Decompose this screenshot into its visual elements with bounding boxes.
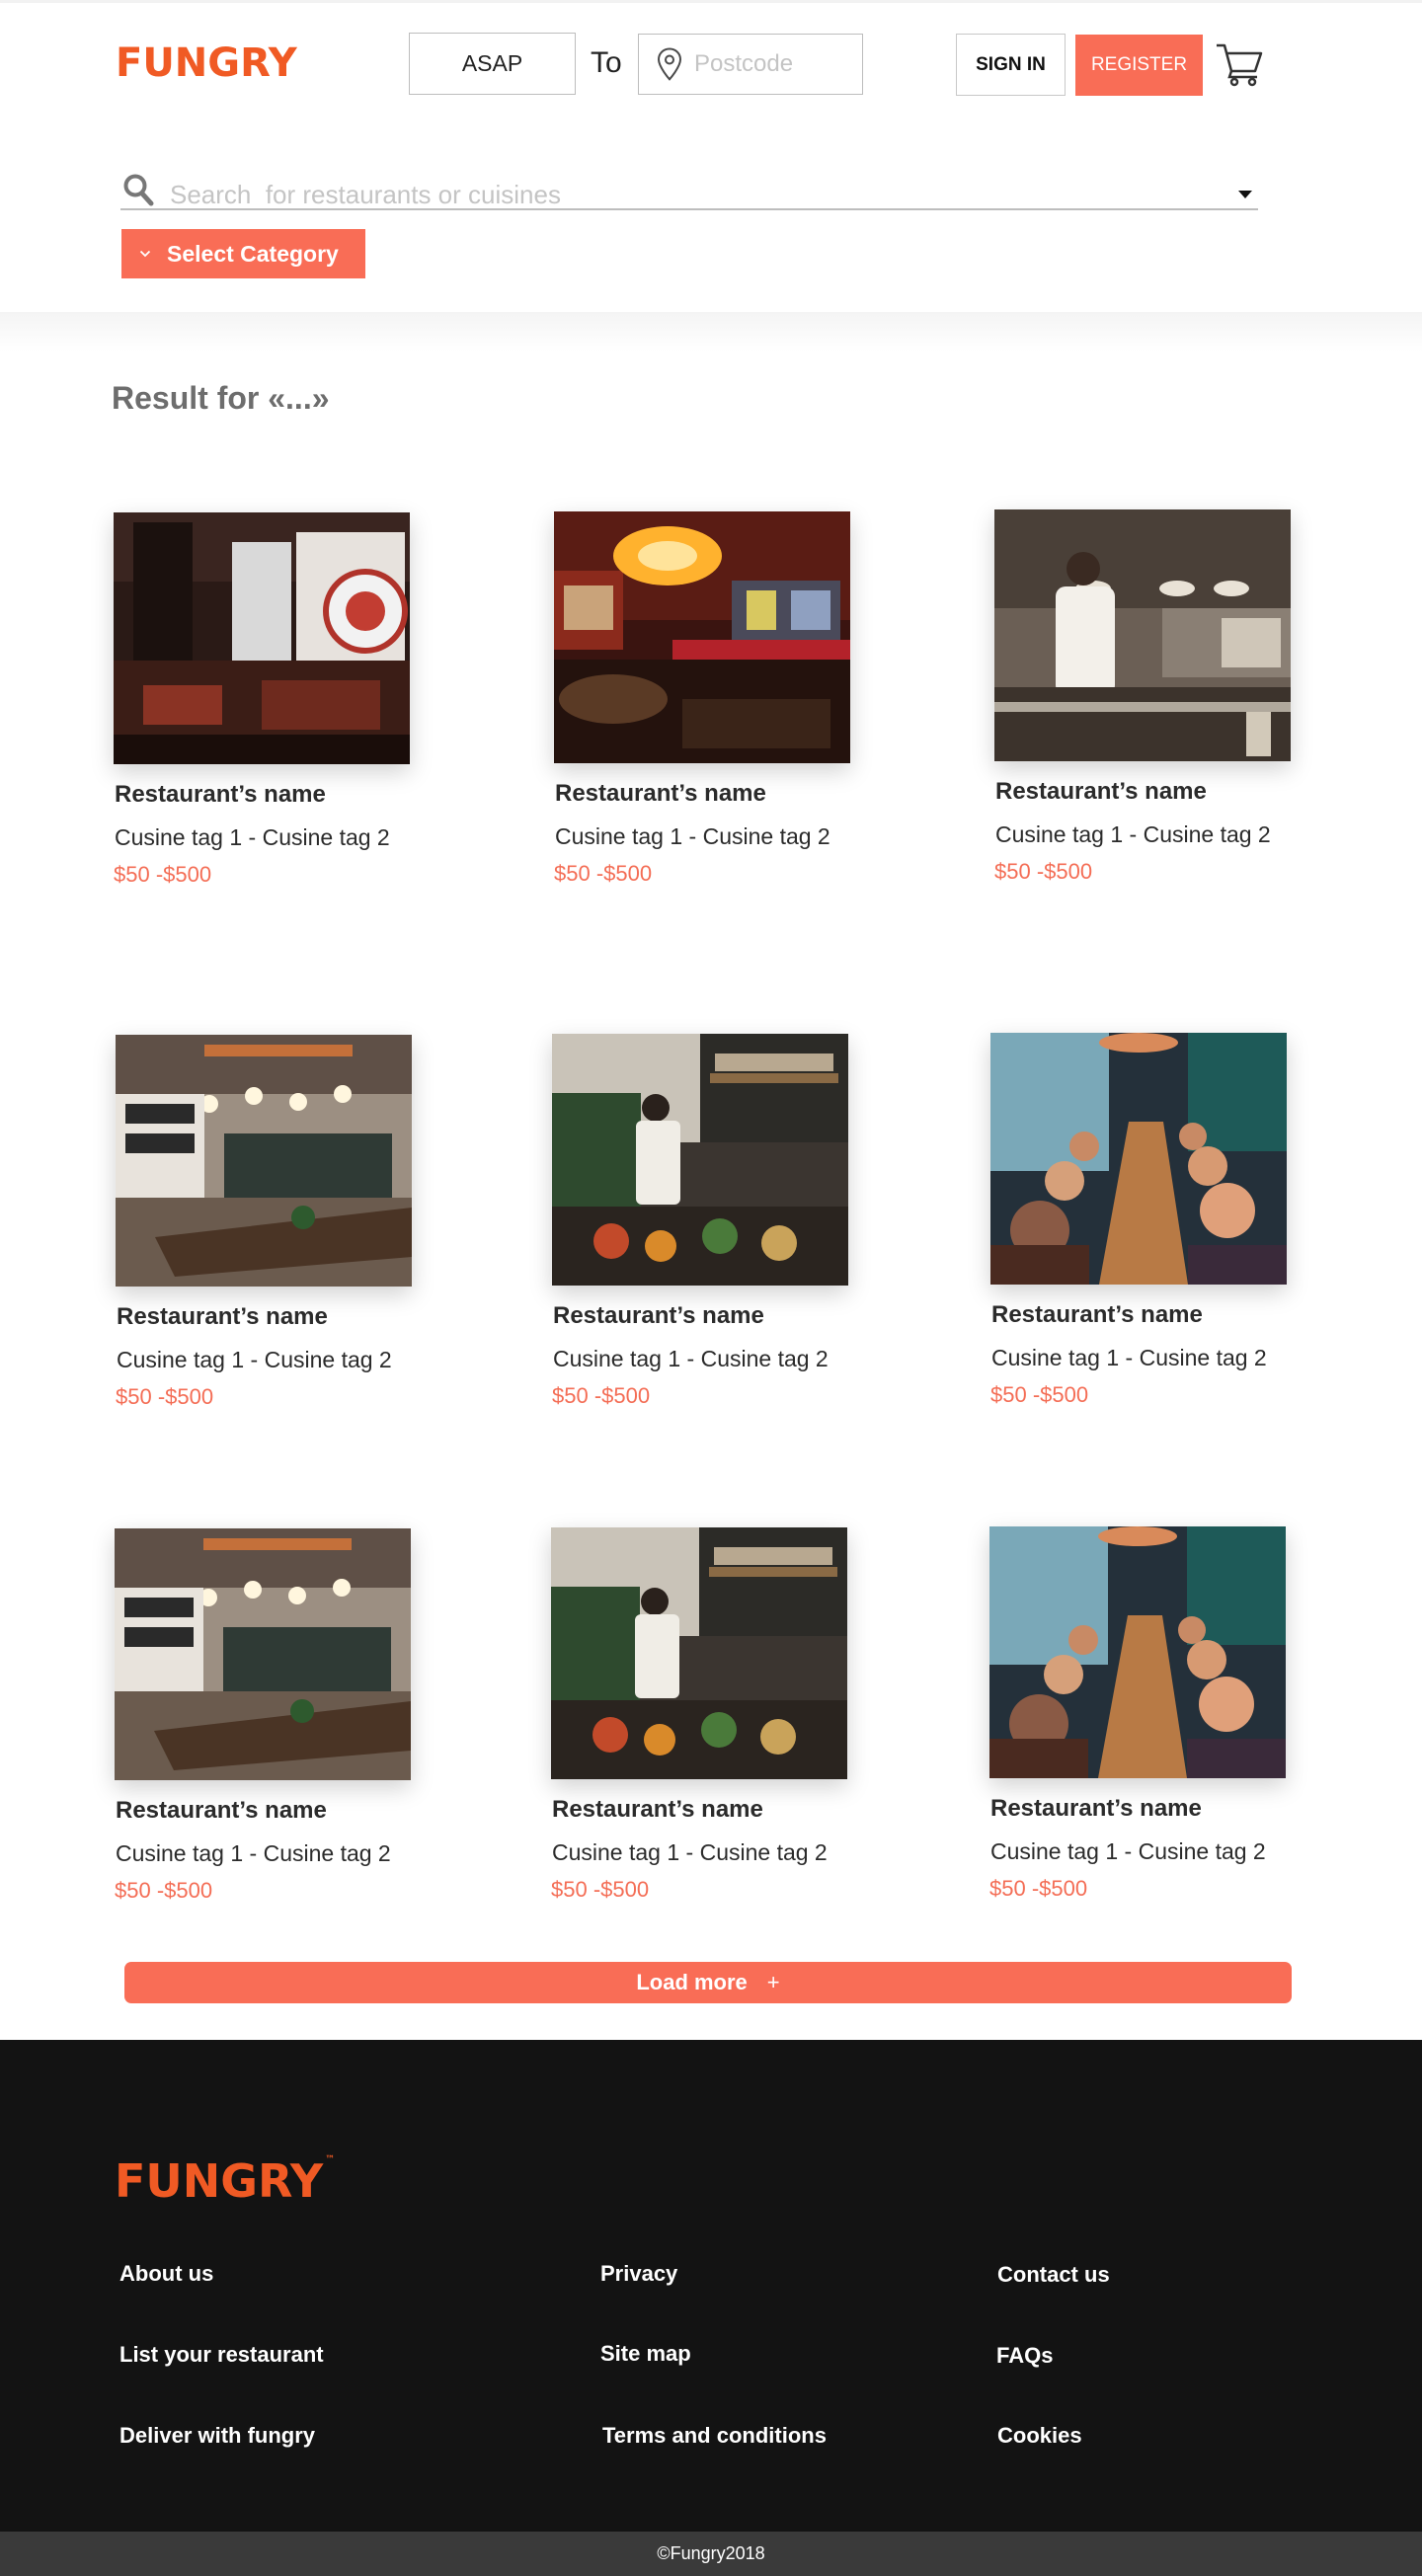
footer-link-list-restaurant[interactable]: List your restaurant bbox=[119, 2342, 324, 2368]
search-icon[interactable] bbox=[122, 173, 154, 206]
restaurant-name[interactable]: Restaurant’s name bbox=[995, 778, 1207, 806]
restaurant-name[interactable]: Restaurant’s name bbox=[115, 781, 326, 809]
price-range: $50 -$500 bbox=[554, 861, 653, 886]
diners-table-photo[interactable] bbox=[990, 1033, 1287, 1285]
deli-counter-photo[interactable] bbox=[552, 1034, 848, 1286]
cuisine-tags: Cusine tag 1 - Cusine tag 2 bbox=[555, 823, 830, 849]
cuisine-tags: Cusine tag 1 - Cusine tag 2 bbox=[552, 1839, 828, 1865]
load-more-label: Load more bbox=[636, 1970, 748, 1994]
footer-link-faqs[interactable]: FAQs bbox=[996, 2343, 1053, 2369]
cafe-interior-photo[interactable] bbox=[116, 1035, 412, 1287]
select-category-label: Select Category bbox=[167, 240, 339, 267]
price-range: $50 -$500 bbox=[994, 859, 1093, 884]
footer-link-about[interactable]: About us bbox=[119, 2261, 213, 2287]
shopping-cart-icon[interactable] bbox=[1215, 40, 1264, 88]
postcode-field[interactable] bbox=[638, 34, 863, 95]
cuisine-tags: Cusine tag 1 - Cusine tag 2 bbox=[115, 824, 390, 850]
price-range: $50 -$500 bbox=[990, 1382, 1089, 1407]
search-input[interactable] bbox=[170, 179, 1157, 210]
restaurant-name[interactable]: Restaurant’s name bbox=[117, 1303, 328, 1331]
deli-counter-photo[interactable] bbox=[551, 1527, 847, 1779]
copyright-text: ©Fungry2018 bbox=[657, 2543, 765, 2563]
delivery-time-select[interactable]: ASAP bbox=[409, 33, 576, 95]
footer-link-contact[interactable]: Contact us bbox=[997, 2262, 1110, 2288]
page: FUNGRY ASAP To SIGN IN REGISTER bbox=[0, 0, 1422, 2576]
restaurant-name[interactable]: Restaurant’s name bbox=[990, 1795, 1202, 1823]
to-label: To bbox=[591, 46, 622, 79]
restaurant-name[interactable]: Restaurant’s name bbox=[555, 780, 766, 808]
trademark-symbol: ™ bbox=[325, 2154, 336, 2165]
cuisine-tags: Cusine tag 1 - Cusine tag 2 bbox=[995, 821, 1271, 847]
footer: FUNGRY ™ About us Privacy Contact us List… bbox=[0, 2040, 1422, 2532]
restaurant-interior-photo[interactable] bbox=[554, 511, 850, 763]
header-shadow bbox=[0, 312, 1422, 351]
price-range: $50 -$500 bbox=[116, 1384, 214, 1409]
results-title: Result for «...» bbox=[112, 380, 330, 416]
kitchen-chef-photo[interactable] bbox=[994, 509, 1291, 761]
footer-logo[interactable]: FUNGRY ™ bbox=[115, 2154, 335, 2208]
cuisine-tags: Cusine tag 1 - Cusine tag 2 bbox=[553, 1346, 829, 1371]
footer-link-site-map[interactable]: Site map bbox=[600, 2341, 691, 2367]
cuisine-tags: Cusine tag 1 - Cusine tag 2 bbox=[991, 1345, 1267, 1370]
footer-logo-text: FUNGRY bbox=[115, 2154, 324, 2208]
restaurant-name[interactable]: Restaurant’s name bbox=[991, 1301, 1203, 1329]
price-range: $50 -$500 bbox=[114, 862, 212, 887]
select-category-button[interactable]: Select Category bbox=[121, 229, 365, 278]
restaurant-interior-photo[interactable] bbox=[114, 512, 410, 764]
diners-table-photo[interactable] bbox=[989, 1526, 1286, 1778]
header: FUNGRY ASAP To SIGN IN REGISTER bbox=[0, 0, 1422, 312]
search-bar[interactable] bbox=[120, 171, 1258, 210]
logo[interactable]: FUNGRY bbox=[116, 40, 297, 86]
cuisine-tags: Cusine tag 1 - Cusine tag 2 bbox=[116, 1840, 391, 1866]
price-range: $50 -$500 bbox=[552, 1383, 651, 1408]
copyright-bar: ©Fungry2018 bbox=[0, 2532, 1422, 2576]
price-range: $50 -$500 bbox=[989, 1876, 1088, 1901]
footer-link-terms[interactable]: Terms and conditions bbox=[602, 2423, 827, 2449]
restaurant-name[interactable]: Restaurant’s name bbox=[116, 1797, 327, 1825]
sign-in-button[interactable]: SIGN IN bbox=[956, 34, 1066, 96]
location-pin-icon bbox=[657, 47, 682, 81]
price-range: $50 -$500 bbox=[115, 1878, 213, 1903]
restaurant-name[interactable]: Restaurant’s name bbox=[552, 1796, 763, 1824]
cuisine-tags: Cusine tag 1 - Cusine tag 2 bbox=[990, 1838, 1266, 1864]
price-range: $50 -$500 bbox=[551, 1877, 650, 1902]
cafe-interior-photo[interactable] bbox=[115, 1528, 411, 1780]
load-more-button[interactable]: Load more + bbox=[124, 1962, 1292, 2003]
register-button[interactable]: REGISTER bbox=[1075, 35, 1203, 96]
footer-link-deliver[interactable]: Deliver with fungry bbox=[119, 2423, 315, 2449]
cuisine-tags: Cusine tag 1 - Cusine tag 2 bbox=[117, 1347, 392, 1372]
caret-down-icon[interactable] bbox=[1238, 191, 1252, 198]
restaurant-name[interactable]: Restaurant’s name bbox=[553, 1302, 764, 1330]
footer-link-privacy[interactable]: Privacy bbox=[600, 2261, 677, 2287]
chevron-down-icon bbox=[139, 250, 151, 258]
plus-icon: + bbox=[766, 1970, 780, 1994]
footer-link-cookies[interactable]: Cookies bbox=[997, 2423, 1082, 2449]
postcode-input[interactable] bbox=[694, 46, 852, 82]
